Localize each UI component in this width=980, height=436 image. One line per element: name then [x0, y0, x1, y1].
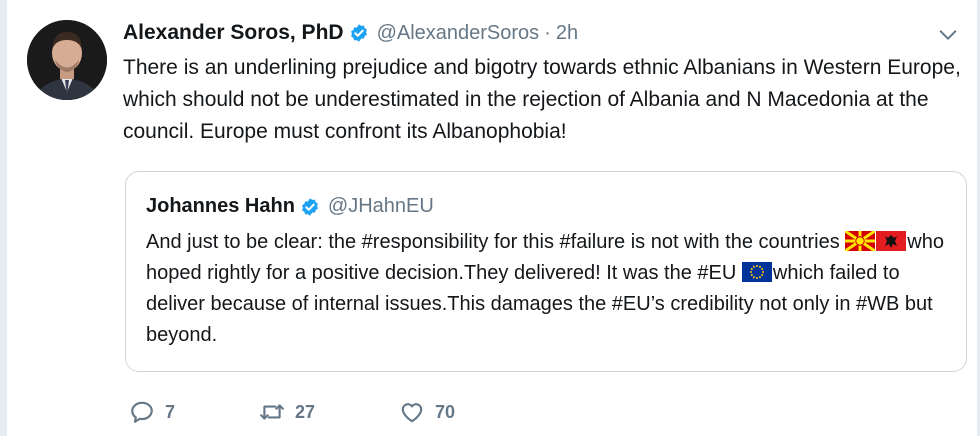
avatar[interactable]: [27, 20, 107, 100]
timestamp[interactable]: 2h: [556, 22, 578, 45]
timeline-left-edge: [0, 0, 7, 436]
like-icon: [401, 403, 423, 423]
author-name[interactable]: Alexander Soros, PhD: [123, 21, 344, 45]
quoted-author-name: Johannes Hahn: [146, 195, 295, 217]
verified-badge-icon: [302, 197, 318, 216]
author-handle[interactable]: @AlexanderSoros: [377, 22, 540, 45]
separator-dot: ·: [544, 21, 551, 44]
like-count: 70: [435, 401, 456, 422]
retweet-icon: [260, 404, 284, 420]
tweet[interactable]: Alexander Soros, PhD @AlexanderSoros · 2…: [7, 0, 977, 436]
retweet-count: 27: [295, 401, 316, 422]
like-button[interactable]: 70: [399, 399, 455, 425]
reply-button[interactable]: 7: [129, 399, 259, 425]
north-macedonia-flag-icon: [845, 231, 876, 251]
quoted-tweet-header: Johannes Hahn @JHahnEU: [146, 195, 434, 218]
eu-flag-icon: [741, 262, 772, 282]
reply-count: 7: [165, 401, 176, 422]
quoted-tweet-text: And just to be clear: the #responsibilit…: [146, 227, 951, 351]
quoted-tweet[interactable]: Johannes Hahn @JHahnEU And just to be cl…: [125, 171, 967, 372]
reply-icon: [131, 401, 153, 423]
verified-badge-icon: [350, 24, 367, 42]
retweet-button[interactable]: 27: [259, 399, 399, 425]
albania-flag-icon: [876, 231, 907, 251]
tweet-header: Alexander Soros, PhD @AlexanderSoros · 2…: [123, 18, 578, 48]
chevron-down-icon[interactable]: [937, 24, 959, 46]
quoted-author-handle: @JHahnEU: [327, 195, 434, 217]
tweet-actions: 7 27 70: [129, 396, 455, 428]
tweet-text: There is an underlining prejudice and bi…: [123, 56, 961, 143]
quoted-text-part1: And just to be clear: the #responsibilit…: [146, 231, 846, 253]
